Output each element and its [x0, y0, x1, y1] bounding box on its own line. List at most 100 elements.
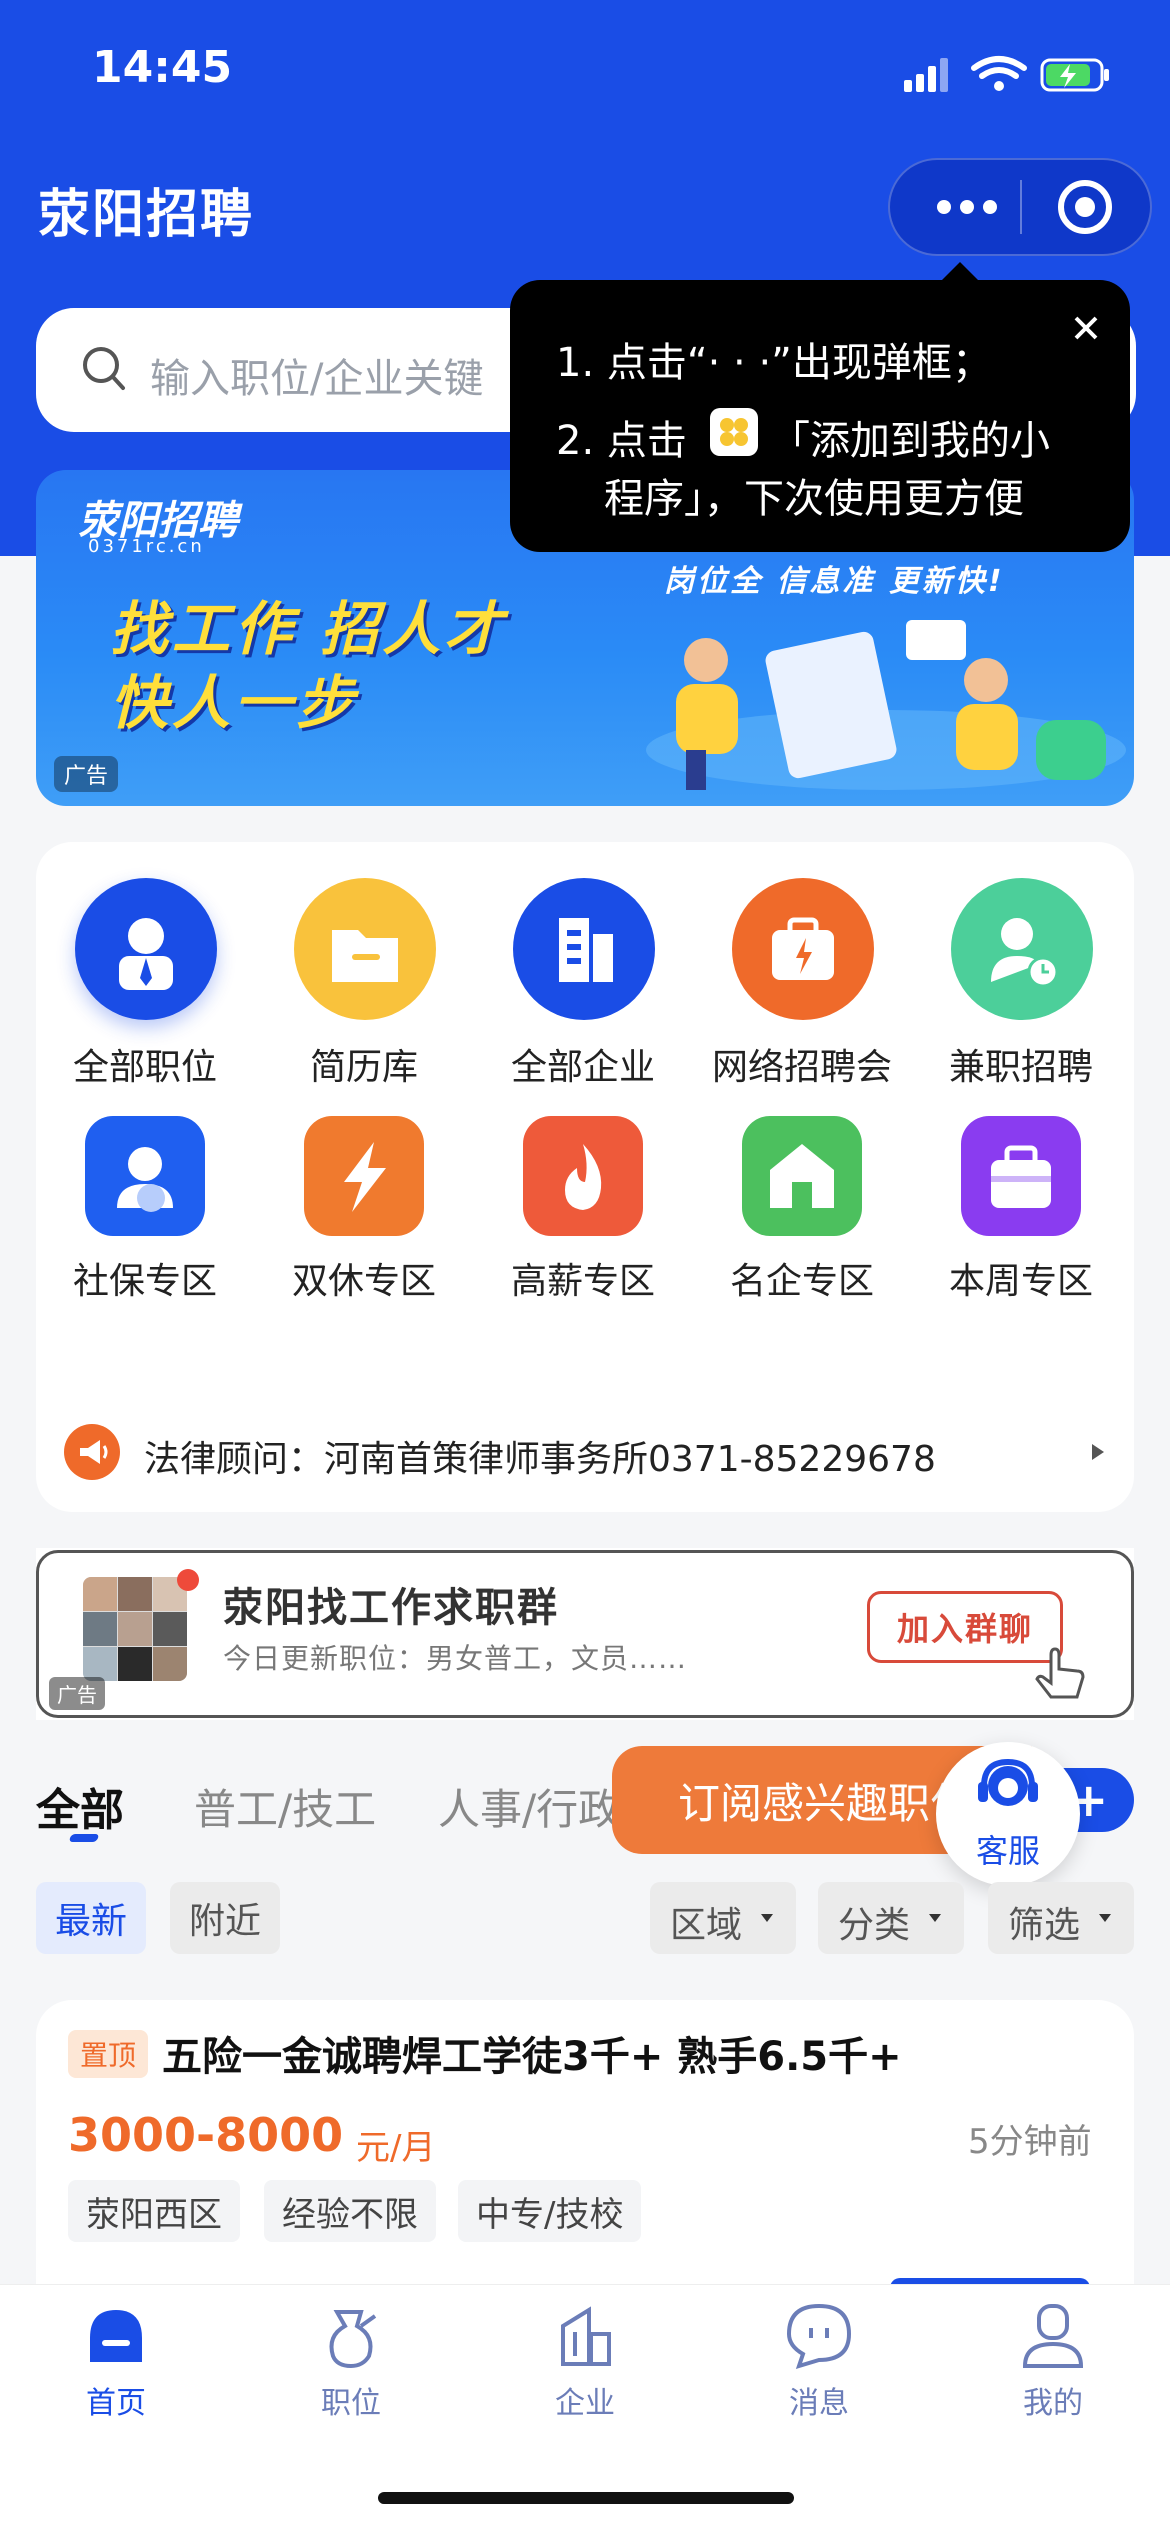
- person-icon: [85, 1116, 205, 1236]
- status-time: 14:45: [92, 42, 233, 93]
- category-label: 简历库: [309, 1047, 418, 1088]
- tab-companies-label: 企业: [555, 2386, 615, 2421]
- headset-icon: [978, 1758, 1038, 1806]
- more-dots-icon: [937, 200, 997, 214]
- target-circle-icon: [1058, 180, 1112, 234]
- tab-companies[interactable]: [505, 2296, 665, 2376]
- ad-label: 广告: [49, 1677, 105, 1710]
- category-resumes[interactable]: 简历库: [255, 842, 473, 1102]
- caret-down-icon: [929, 1914, 941, 1922]
- category-label: 全部职位: [72, 1047, 217, 1088]
- tab-admin[interactable]: 人事/行政/后: [438, 1776, 638, 1837]
- close-miniprogram-button[interactable]: [1054, 176, 1116, 238]
- home-indicator: [378, 2492, 794, 2504]
- zone-social-insurance[interactable]: 社保专区: [36, 1102, 254, 1332]
- folder-icon: [294, 878, 436, 1020]
- job-title: 五险一金诚聘焊工学徒3千+ 熟手6.5千+: [162, 2034, 902, 2080]
- zone-label: 高薪专区: [510, 1261, 655, 1302]
- tab-active-indicator: [68, 1834, 100, 1842]
- filter-label: 筛选: [1008, 1905, 1081, 1946]
- zone-label: 双休专区: [291, 1261, 436, 1302]
- tab-home-label: 首页: [86, 2386, 146, 2421]
- job-icon: [329, 2310, 377, 2369]
- lightning-icon: [304, 1116, 424, 1236]
- category-all-companies[interactable]: 全部企业: [474, 842, 692, 1102]
- zone-this-week[interactable]: 本周专区: [912, 1102, 1130, 1332]
- customer-service-label: 客服: [975, 1832, 1040, 1870]
- home-icon: [90, 2310, 142, 2362]
- tap-hand-icon: [1035, 1647, 1085, 1699]
- more-button[interactable]: [924, 180, 1010, 234]
- tab-workers[interactable]: 普工/技工: [194, 1776, 376, 1837]
- sort-latest[interactable]: 最新: [36, 1882, 146, 1954]
- ad-label: 广告: [54, 756, 119, 792]
- job-salary-unit: 元/月: [356, 2128, 436, 2168]
- pinned-badge: 置顶: [68, 2030, 148, 2078]
- filter-label: 区域: [670, 1905, 743, 1946]
- notice-bar[interactable]: 法律顾问：河南首策律师事务所0371-85229678: [36, 1412, 1134, 1492]
- zone-label: 社保专区: [72, 1261, 217, 1302]
- category-card: 全部职位 简历库 全部企业 网络招聘会 兼职招聘 社保专区 双休专区 高薪专区 …: [36, 842, 1134, 1512]
- filter-more[interactable]: 筛选: [988, 1882, 1134, 1954]
- zone-famous-companies[interactable]: 名企专区: [693, 1102, 911, 1332]
- user-clock-icon: [951, 878, 1093, 1020]
- banner-headline: 找工作 招人才: [110, 595, 507, 663]
- banner-subheadline: 快人一步: [110, 669, 359, 737]
- status-icons: [904, 56, 1109, 92]
- job-salary: 3000-8000: [68, 2108, 344, 2162]
- group-subtitle: 今日更新职位：男女普工，文员……: [223, 1642, 688, 1675]
- tab-jobs-label: 职位: [321, 2386, 381, 2421]
- banner-slogan: 岗位全 信息准 更新快!: [664, 564, 1005, 599]
- bag-icon: [961, 1116, 1081, 1236]
- flame-icon: [523, 1116, 643, 1236]
- job-post-time: 5分钟前: [968, 2122, 1092, 2162]
- tab-home[interactable]: [36, 2296, 196, 2376]
- tooltip-arrow: [940, 262, 980, 282]
- tab-profile[interactable]: [973, 2296, 1133, 2376]
- tab-jobs[interactable]: [271, 2296, 431, 2376]
- filter-label: 分类: [838, 1905, 911, 1946]
- category-job-fair[interactable]: 网络招聘会: [693, 842, 911, 1102]
- signal-icon: [904, 80, 912, 92]
- category-all-jobs[interactable]: 全部职位: [36, 842, 254, 1102]
- filter-region[interactable]: 区域: [650, 1882, 796, 1954]
- tooltip-close-button[interactable]: [1062, 304, 1110, 352]
- house-icon: [742, 1116, 862, 1236]
- search-input[interactable]: 输入职位/企业关键: [150, 346, 520, 404]
- group-ad-card[interactable]: 荥阳找工作求职群 今日更新职位：男女普工，文员…… 加入群聊 广告: [36, 1550, 1134, 1718]
- caret-down-icon: [761, 1914, 773, 1922]
- play-arrow-icon: [1092, 1444, 1104, 1460]
- tab-messages[interactable]: [739, 2296, 899, 2376]
- search-icon: [83, 347, 125, 390]
- group-avatar-grid: [83, 1577, 187, 1681]
- close-icon: [1074, 316, 1098, 340]
- tooltip-step-1: 1. 点击“· · ·”出现弹框；: [556, 340, 992, 386]
- megaphone-icon: [64, 1424, 120, 1480]
- tooltip-step-2-cont: 程序」，下次使用更方便: [604, 476, 1024, 522]
- customer-service-button[interactable]: 客服: [936, 1742, 1080, 1886]
- job-tag: 荥阳西区: [68, 2180, 240, 2242]
- wifi-icon: [971, 56, 1027, 91]
- capsule-divider: [1020, 180, 1022, 234]
- profile-icon: [1022, 2304, 1084, 2368]
- category-label: 网络招聘会: [711, 1047, 892, 1088]
- caret-down-icon: [1099, 1914, 1111, 1922]
- tab-profile-label: 我的: [1023, 2386, 1083, 2421]
- zone-weekends-off[interactable]: 双休专区: [255, 1102, 473, 1332]
- banner-illustration: [646, 620, 1126, 790]
- building-icon: [513, 878, 655, 1020]
- tab-all[interactable]: 全部: [36, 1774, 124, 1838]
- category-part-time[interactable]: 兼职招聘: [912, 842, 1130, 1102]
- app-title: 荥阳招聘: [38, 185, 255, 245]
- unread-dot: [177, 1569, 199, 1591]
- add-miniprogram-tooltip: 1. 点击“· · ·”出现弹框； 2. 点击 「添加到我的小 程序」，下次使用…: [510, 280, 1130, 552]
- filter-category[interactable]: 分类: [818, 1882, 964, 1954]
- message-icon: [786, 2303, 852, 2370]
- sort-nearby[interactable]: 附近: [170, 1882, 280, 1954]
- user-badge-icon: [75, 878, 217, 1020]
- category-label: 兼职招聘: [948, 1047, 1093, 1088]
- zone-high-salary[interactable]: 高薪专区: [474, 1102, 692, 1332]
- job-tag: 经验不限: [264, 2180, 436, 2242]
- zone-label: 名企专区: [729, 1261, 874, 1302]
- briefcase-bolt-icon: [732, 878, 874, 1020]
